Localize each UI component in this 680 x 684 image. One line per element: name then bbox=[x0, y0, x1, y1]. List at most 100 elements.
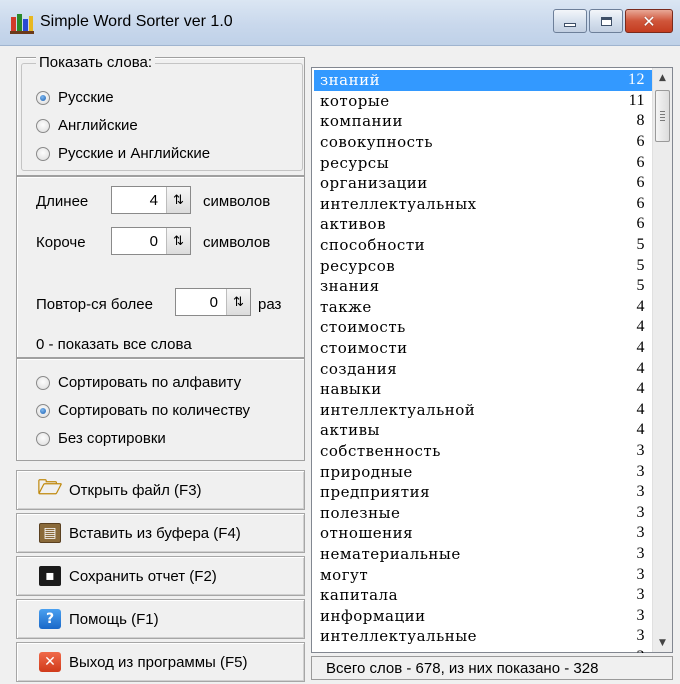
scroll-down-arrow-icon[interactable]: ▼ bbox=[653, 633, 672, 652]
spin-arrows-icon[interactable]: ⇅ bbox=[166, 228, 190, 254]
minimize-icon bbox=[564, 23, 576, 27]
list-item[interactable]: совокупность 6 bbox=[314, 132, 653, 153]
close-icon: ✕ bbox=[642, 11, 656, 31]
scroll-up-arrow-icon[interactable]: ▲ bbox=[653, 68, 672, 87]
shorter-unit-label: символов bbox=[203, 234, 271, 251]
open-file-button[interactable]: 🗁 Открыть файл (F3) bbox=[16, 470, 305, 510]
list-item[interactable]: ресурсов 5 bbox=[314, 255, 653, 276]
shorter-value[interactable]: 0 bbox=[112, 233, 166, 250]
spin-arrows-icon[interactable]: ⇅ bbox=[226, 289, 250, 315]
list-item[interactable]: знания 5 bbox=[314, 276, 653, 297]
list-item-count: 6 bbox=[636, 174, 645, 192]
list-item-word: навыки bbox=[320, 380, 382, 399]
list-item-count: 4 bbox=[636, 339, 645, 357]
list-item-count: 3 bbox=[636, 441, 645, 459]
radio-russian[interactable]: Русские bbox=[36, 89, 114, 106]
radio-russian-english-button[interactable] bbox=[36, 146, 50, 161]
list-item[interactable]: могут 3 bbox=[314, 564, 653, 585]
help-button[interactable]: ? Помощь (F1) bbox=[16, 599, 305, 639]
list-item[interactable]: предприятия 3 bbox=[314, 482, 653, 503]
radio-no-sort-button[interactable] bbox=[36, 431, 50, 446]
list-item-count: 4 bbox=[636, 297, 645, 315]
list-item-word: интеллектуальных bbox=[320, 194, 477, 213]
show-words-legend: Показать слова: bbox=[36, 54, 156, 71]
radio-english-button[interactable] bbox=[36, 118, 50, 133]
floppy-disk-icon: ▪ bbox=[39, 566, 61, 586]
list-item[interactable]: активов 6 bbox=[314, 214, 653, 235]
app-window: Simple Word Sorter ver 1.0 ✕ Показать сл… bbox=[0, 0, 680, 684]
list-item-word: ресурсов bbox=[320, 256, 396, 275]
shorter-label: Короче bbox=[36, 234, 86, 251]
list-item[interactable]: природные 3 bbox=[314, 461, 653, 482]
minimize-button[interactable] bbox=[553, 9, 587, 33]
radio-sort-alpha[interactable]: Сортировать по алфавиту bbox=[36, 374, 241, 391]
list-item-word: активы bbox=[320, 421, 380, 440]
radio-sort-count[interactable]: Сортировать по количеству bbox=[36, 402, 250, 419]
list-item-count: 3 bbox=[636, 565, 645, 583]
radio-russian-button[interactable] bbox=[36, 90, 50, 105]
list-item-word: способности bbox=[320, 236, 426, 255]
longer-unit-label: символов bbox=[203, 193, 271, 210]
repeat-spinner[interactable]: 0 ⇅ bbox=[175, 288, 251, 316]
list-item[interactable]: интеллектуальные 3 bbox=[314, 626, 653, 647]
exit-button[interactable]: ✕ Выход из программы (F5) bbox=[16, 642, 305, 682]
paste-button[interactable]: ▤ Вставить из буфера (F4) bbox=[16, 513, 305, 553]
list-item[interactable]: интеллектуальную 3 bbox=[314, 647, 653, 653]
list-item-word: предприятия bbox=[320, 483, 431, 502]
scroll-thumb[interactable] bbox=[655, 90, 670, 142]
list-item[interactable]: капитала 3 bbox=[314, 585, 653, 606]
list-item[interactable]: навыки 4 bbox=[314, 379, 653, 400]
list-item-word: создания bbox=[320, 359, 398, 378]
list-item[interactable]: активы 4 bbox=[314, 420, 653, 441]
radio-russian-english[interactable]: Русские и Английские bbox=[36, 145, 210, 162]
list-item[interactable]: стоимость 4 bbox=[314, 317, 653, 338]
list-item-count: 3 bbox=[636, 606, 645, 624]
list-item[interactable]: полезные 3 bbox=[314, 502, 653, 523]
list-item[interactable]: нематериальные 3 bbox=[314, 544, 653, 565]
list-item-word: могут bbox=[320, 565, 369, 584]
save-report-button[interactable]: ▪ Сохранить отчет (F2) bbox=[16, 556, 305, 596]
list-item[interactable]: которые 11 bbox=[314, 91, 653, 112]
list-item[interactable]: интеллектуальной 4 bbox=[314, 400, 653, 421]
list-item-count: 3 bbox=[636, 503, 645, 521]
list-item-count: 11 bbox=[628, 91, 645, 109]
list-item-word: интеллектуальные bbox=[320, 627, 478, 646]
list-item-word: также bbox=[320, 297, 372, 316]
radio-sort-alpha-button[interactable] bbox=[36, 375, 50, 390]
list-item-word: полезные bbox=[320, 503, 401, 522]
status-text: Всего слов - 678, из них показано - 328 bbox=[326, 659, 599, 677]
repeat-label: Повтор-ся более bbox=[36, 296, 153, 313]
list-item[interactable]: способности 5 bbox=[314, 235, 653, 256]
save-report-label: Сохранить отчет (F2) bbox=[69, 567, 217, 585]
radio-no-sort[interactable]: Без сортировки bbox=[36, 430, 166, 447]
list-item[interactable]: стоимости 4 bbox=[314, 338, 653, 359]
list-item-word: которые bbox=[320, 91, 390, 110]
list-item[interactable]: организации 6 bbox=[314, 173, 653, 194]
repeat-value[interactable]: 0 bbox=[176, 294, 226, 311]
close-button[interactable]: ✕ bbox=[625, 9, 673, 33]
longer-value[interactable]: 4 bbox=[112, 192, 166, 209]
title-bar[interactable]: Simple Word Sorter ver 1.0 ✕ bbox=[0, 0, 680, 46]
spin-arrows-icon[interactable]: ⇅ bbox=[166, 187, 190, 213]
longer-spinner[interactable]: 4 ⇅ bbox=[111, 186, 191, 214]
radio-sort-count-button[interactable] bbox=[36, 403, 50, 418]
vertical-scrollbar[interactable]: ▲ ▼ bbox=[652, 68, 672, 652]
list-item[interactable]: отношения 3 bbox=[314, 523, 653, 544]
shorter-spinner[interactable]: 0 ⇅ bbox=[111, 227, 191, 255]
list-item[interactable]: знаний 12 bbox=[314, 70, 653, 91]
list-item[interactable]: интеллектуальных 6 bbox=[314, 194, 653, 215]
list-item[interactable]: компании 8 bbox=[314, 111, 653, 132]
word-list[interactable]: знаний 12 которые 11 компании 8 совокупность 6 р… bbox=[311, 67, 673, 653]
maximize-icon bbox=[600, 16, 612, 26]
status-bar: Всего слов - 678, из них показано - 328 bbox=[311, 656, 673, 680]
list-item[interactable]: ресурсы 6 bbox=[314, 152, 653, 173]
word-list-rows[interactable]: знаний 12 которые 11 компании 8 совокупность 6 р… bbox=[314, 70, 653, 653]
maximize-button[interactable] bbox=[589, 9, 623, 33]
list-item[interactable]: создания 4 bbox=[314, 358, 653, 379]
list-item[interactable]: собственность 3 bbox=[314, 441, 653, 462]
list-item[interactable]: информации 3 bbox=[314, 605, 653, 626]
open-file-label: Открыть файл (F3) bbox=[69, 481, 202, 499]
radio-english[interactable]: Английские bbox=[36, 117, 138, 134]
list-item-count: 4 bbox=[636, 318, 645, 336]
list-item[interactable]: также 4 bbox=[314, 297, 653, 318]
